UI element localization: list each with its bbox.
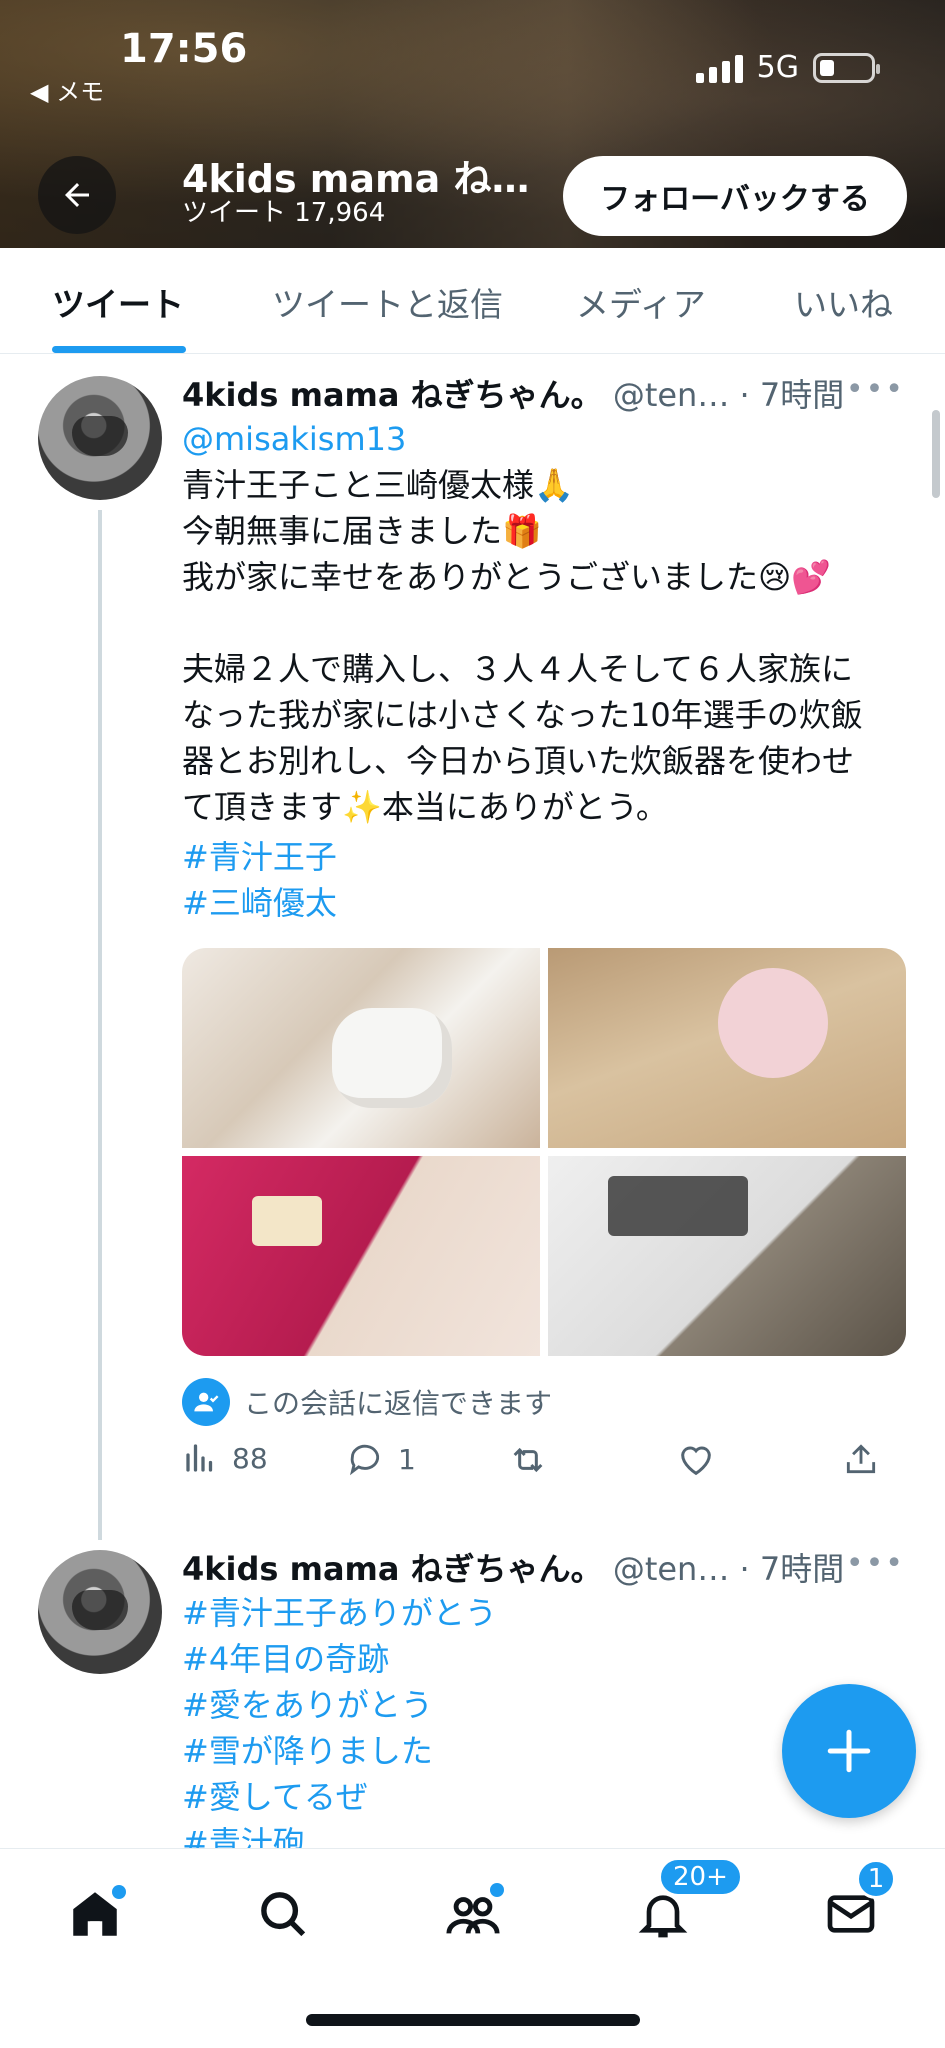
follow-back-button[interactable]: フォローバックする: [563, 156, 907, 236]
avatar[interactable]: [38, 376, 162, 500]
tab-tweets-and-replies[interactable]: ツイートと返信: [272, 278, 503, 326]
reply-icon: [349, 1444, 380, 1476]
tweet-count: ツイート 17,964: [182, 198, 386, 228]
profile-header: 17:56 ◀ メモ 5G 4kids mama ね… ツイート 17,964 …: [0, 0, 945, 248]
share-icon: [846, 1444, 876, 1474]
tweet-text-line: なった我が家には小さくなった10年選手の炊飯: [182, 696, 863, 734]
tab-likes[interactable]: いいね: [794, 278, 893, 326]
tweet-header: 4kids mama ねぎちゃん。 @ten… · 7時間: [182, 1544, 844, 1590]
search-icon: [261, 1892, 306, 1937]
battery-icon: [813, 52, 880, 83]
avatar[interactable]: [38, 1550, 162, 1674]
hashtag-link[interactable]: #愛をありがとう: [182, 1682, 433, 1728]
hashtag-link[interactable]: #青汁王子ありがとう: [182, 1590, 497, 1636]
views-icon: [186, 1444, 213, 1472]
profile-tabs: ツイート ツイートと返信 メディア いいね: [0, 248, 945, 354]
messages-badge: 1: [856, 1859, 896, 1899]
people-icon: [182, 1378, 230, 1426]
photo-child-with-box[interactable]: [548, 948, 906, 1148]
media-grid: [182, 948, 906, 1356]
reply-notice-text: この会話に返信できます: [244, 1387, 553, 1420]
home-indicator[interactable]: [306, 2014, 640, 2026]
views-count: 88: [232, 1441, 268, 1475]
heart-icon: [681, 1446, 711, 1476]
like-button[interactable]: [676, 1440, 716, 1480]
tweet-text-line: 青汁王子こと三崎優太様🙏: [182, 466, 574, 504]
status-indicators: 5G: [695, 50, 880, 85]
tweet-text-line: 夫婦２人で購入し、３人４人そして６人家族に: [182, 650, 854, 688]
notifications-badge: 20+: [658, 1857, 743, 1897]
tweet-text-line: て頂きます✨本当にありがとう。: [182, 788, 668, 826]
back-button[interactable]: [38, 156, 116, 234]
scrollbar[interactable]: [932, 410, 940, 498]
mention-link[interactable]: @misakism13: [182, 416, 406, 462]
tab-media[interactable]: メディア: [576, 278, 706, 326]
nav-notifications[interactable]: 20+: [628, 1857, 743, 1949]
share-button[interactable]: [842, 1440, 880, 1478]
display-name[interactable]: 4kids mama ねぎちゃん。: [182, 1550, 603, 1588]
reply-restriction-notice: この会話に返信できます: [182, 1378, 552, 1426]
retweet-icon: [513, 1447, 543, 1473]
hashtag-link[interactable]: #青汁王子: [182, 834, 337, 880]
back-to-app-link[interactable]: ◀ メモ: [30, 72, 104, 107]
display-name[interactable]: 4kids mama ねぎちゃん。: [182, 376, 603, 414]
reply-count: 1: [398, 1442, 416, 1476]
retweet-button[interactable]: [508, 1440, 548, 1480]
tweet-text-line: 我が家に幸せをありがとうございました😢💕: [182, 558, 832, 596]
signal-icon: [695, 53, 743, 83]
photo-rice-cooker-box[interactable]: [182, 948, 540, 1148]
hashtag-link[interactable]: #愛してるぜ: [182, 1774, 368, 1820]
tab-tweets[interactable]: ツイート: [52, 278, 184, 326]
plus-icon: [827, 1729, 871, 1773]
reply-button[interactable]: 1: [346, 1440, 416, 1478]
nav-home[interactable]: [60, 1879, 130, 1949]
status-time: 17:56: [120, 26, 248, 72]
more-icon[interactable]: •••: [846, 372, 905, 407]
photo-gift-bag[interactable]: [182, 1156, 540, 1356]
nav-messages[interactable]: 1: [816, 1859, 896, 1949]
hashtag-link[interactable]: #雪が降りました: [182, 1728, 433, 1774]
photo-rice-cookers[interactable]: [548, 1156, 906, 1356]
home-dot: [112, 1885, 126, 1899]
thread-line: [98, 510, 102, 1540]
hashtag-link[interactable]: #三崎優太: [182, 880, 337, 926]
tweet-actions: 88 1: [182, 1440, 906, 1500]
handle-and-time: @ten… · 7時間: [602, 1550, 845, 1588]
communities-dot: [490, 1883, 504, 1897]
nav-search[interactable]: [248, 1879, 318, 1949]
tweet-text-line: 今朝無事に届きました🎁: [182, 512, 542, 550]
hashtag-link[interactable]: #4年目の奇跡: [182, 1636, 389, 1682]
handle-and-time: @ten… · 7時間: [602, 376, 845, 414]
tweet-header: 4kids mama ねぎちゃん。 @ten… · 7時間: [182, 370, 844, 416]
tweet-text-line: 器とお別れし、今日から頂いた炊飯器を使わせ: [182, 742, 855, 780]
nav-communities[interactable]: [438, 1879, 508, 1949]
network-type: 5G: [756, 50, 799, 85]
arrow-left-icon: [65, 183, 89, 207]
more-icon[interactable]: •••: [846, 1546, 905, 1581]
views-button[interactable]: 88: [182, 1440, 268, 1476]
tab-active-indicator: [52, 346, 186, 353]
compose-tweet-button[interactable]: [782, 1684, 916, 1818]
